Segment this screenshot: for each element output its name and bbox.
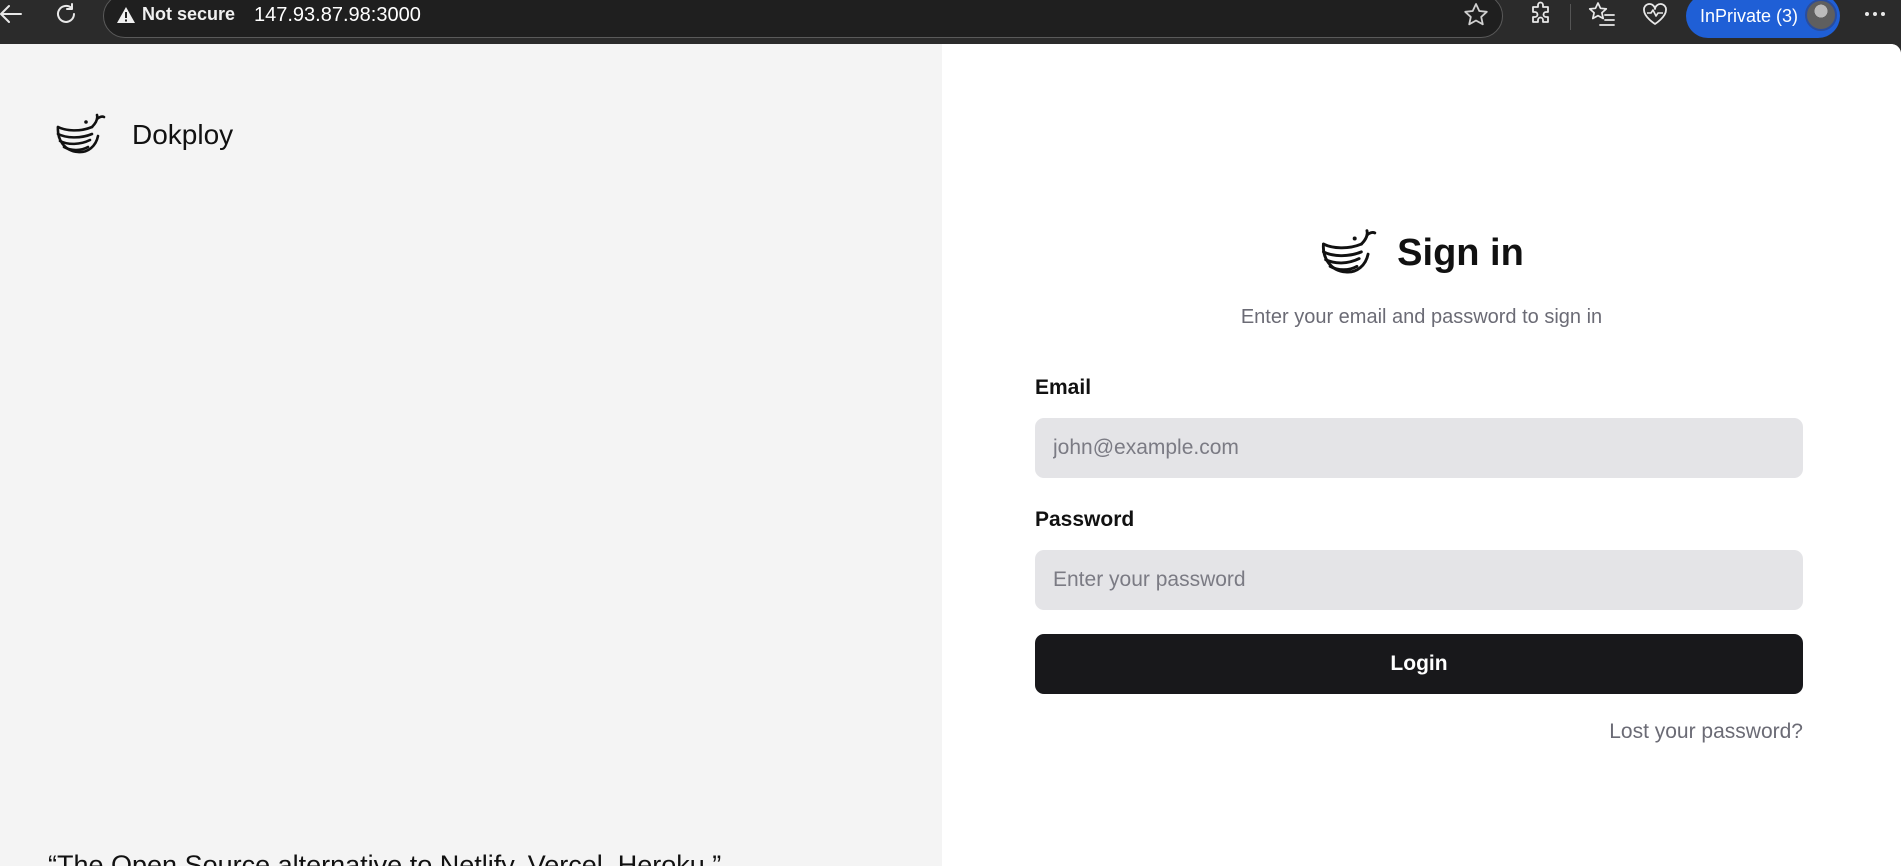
password-label: Password (1035, 508, 1135, 531)
email-field[interactable] (1035, 418, 1803, 478)
whale-logo-icon (56, 113, 106, 154)
url-text[interactable]: 147.93.87.98:3000 (254, 4, 421, 27)
browser-toolbar: Not secure 147.93.87.98:3000 InPrivate (… (0, 0, 1901, 44)
favorites-icon[interactable] (1585, 0, 1619, 31)
brand-name: Dokploy (132, 119, 234, 150)
login-button[interactable]: Login (1035, 634, 1803, 694)
inprivate-button[interactable]: InPrivate (3) (1686, 0, 1840, 38)
security-label: Not secure (142, 4, 236, 24)
signin-panel: Sign in Enter your email and password to… (942, 44, 1901, 866)
star-icon[interactable] (1462, 1, 1490, 34)
toolbar-divider (1570, 4, 1571, 30)
puzzle-icon[interactable] (1524, 0, 1558, 31)
brand[interactable]: Dokploy (54, 113, 233, 157)
warning-icon (117, 6, 135, 23)
tagline-quote: “The Open Source alternative to Netlify,… (48, 850, 722, 866)
address-bar[interactable]: Not secure 147.93.87.98:3000 (103, 0, 1503, 38)
email-label: Email (1035, 376, 1092, 399)
signin-heading: Sign in (942, 228, 1901, 278)
back-arrow-icon[interactable] (0, 0, 28, 31)
page-title: Sign in (1397, 231, 1524, 274)
password-field[interactable] (1035, 550, 1803, 610)
inprivate-label: InPrivate (3) (1700, 5, 1799, 26)
refresh-icon[interactable] (49, 0, 83, 31)
signin-subtitle: Enter your email and password to sign in (1240, 306, 1603, 328)
left-panel: Dokploy “The Open Source alternative to … (0, 44, 942, 866)
lost-password-link[interactable]: Lost your password? (1609, 720, 1803, 744)
security-indicator[interactable]: Not secure (116, 4, 235, 25)
whale-logo-icon (1322, 229, 1377, 274)
page-viewport: Dokploy “The Open Source alternative to … (0, 44, 1901, 866)
heartbeat-icon[interactable] (1638, 0, 1672, 31)
more-icon[interactable] (1858, 0, 1892, 31)
avatar (1805, 0, 1837, 31)
